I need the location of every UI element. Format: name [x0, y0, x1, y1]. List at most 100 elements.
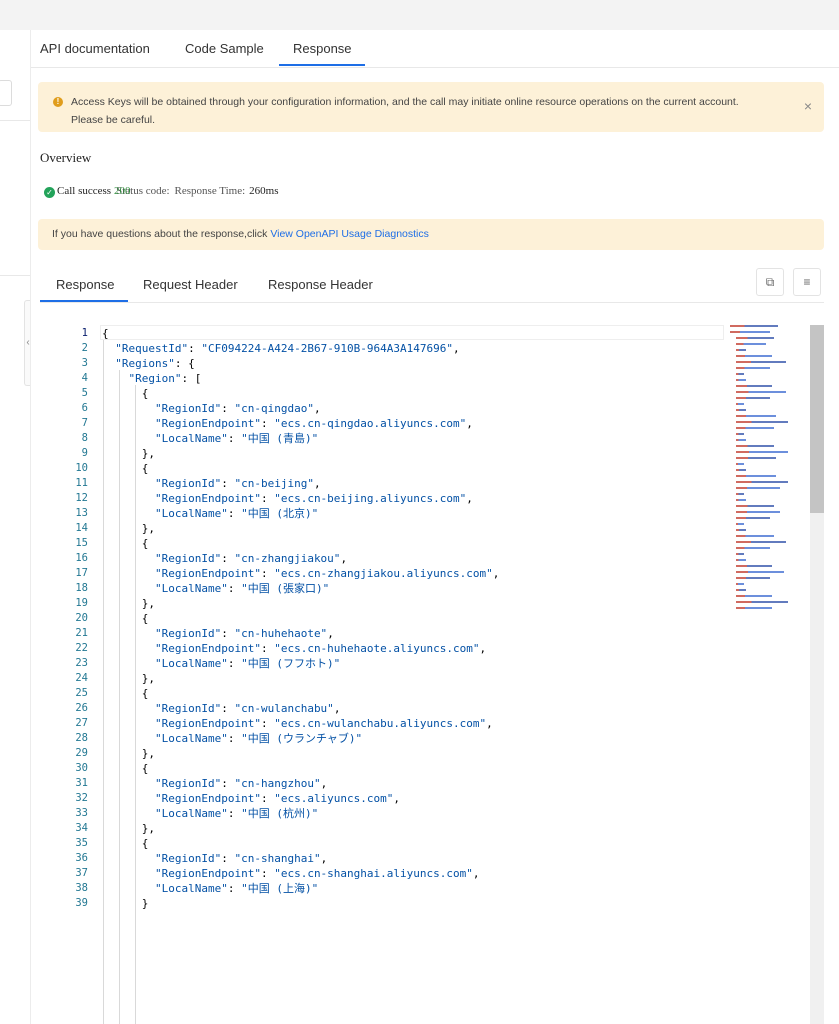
code-line: { — [102, 387, 149, 400]
code-line: "LocalName": "中国 (北京)" — [154, 507, 319, 520]
minimap-line — [736, 577, 770, 579]
line-number: 29 — [75, 747, 88, 759]
code-line: } — [102, 897, 149, 910]
code-line: }, — [102, 822, 155, 835]
line-number: 31 — [75, 777, 88, 789]
code-line: "LocalName": "中国 (杭州)" — [154, 807, 319, 820]
tab-response[interactable]: Response — [293, 41, 352, 56]
line-number: 8 — [81, 432, 88, 444]
usage-diagnostics-link[interactable]: View OpenAPI Usage Diagnostics — [270, 228, 429, 240]
minimap-line — [736, 433, 744, 435]
tab-code-sample[interactable]: Code Sample — [185, 41, 264, 56]
line-number: 23 — [75, 657, 88, 669]
code-line: { — [102, 837, 149, 850]
panel-divider — [30, 30, 31, 1024]
minimap-line — [736, 367, 770, 369]
line-number: 13 — [75, 507, 88, 519]
active-tab-indicator — [40, 300, 128, 302]
line-number: 26 — [75, 702, 88, 714]
line-number: 24 — [75, 672, 88, 684]
line-number: 19 — [75, 597, 88, 609]
code-line: "RegionEndpoint": "ecs.cn-wulanchabu.ali… — [154, 717, 493, 730]
code-line: { — [102, 687, 149, 700]
minimap-line — [736, 337, 774, 339]
minimap-line — [736, 379, 746, 381]
minimap-line — [736, 439, 746, 441]
warning-icon: ! — [53, 97, 63, 107]
response-time: 260ms — [249, 185, 279, 197]
code-line: { — [102, 612, 149, 625]
line-number: 1 — [81, 327, 88, 339]
code-line: { — [102, 762, 149, 775]
tab-response-header[interactable]: Response Header — [268, 277, 373, 292]
line-number: 5 — [81, 387, 88, 399]
code-line: "LocalName": "中国 (上海)" — [154, 882, 319, 895]
response-time-label: Response Time: — [174, 185, 246, 197]
code-line: "LocalName": "中国 (張家口)" — [154, 582, 330, 595]
minimap-line — [736, 565, 772, 567]
line-number: 17 — [75, 567, 88, 579]
code-line: "LocalName": "中国 (ウランチャブ)" — [154, 732, 363, 745]
minimap-line — [736, 511, 780, 513]
minimap-line — [736, 517, 770, 519]
minimap-line — [736, 469, 746, 471]
copy-icon[interactable]: ⧉ — [756, 268, 784, 296]
minimap-line — [736, 391, 786, 393]
line-number: 36 — [75, 852, 88, 864]
code-line: "RegionId": "cn-zhangjiakou", — [154, 552, 348, 565]
format-icon[interactable]: ≡ — [793, 268, 821, 296]
line-number: 33 — [75, 807, 88, 819]
line-number: 30 — [75, 762, 88, 774]
line-number: 15 — [75, 537, 88, 549]
line-number: 11 — [75, 477, 88, 489]
line-number: 25 — [75, 687, 88, 699]
left-panel: ‹ — [0, 30, 31, 1024]
tab-request-header[interactable]: Request Header — [143, 277, 238, 292]
minimap-line — [736, 595, 772, 597]
status-code: 200 — [114, 185, 131, 197]
code-line: }, — [102, 447, 155, 460]
code-line: "RegionEndpoint": "ecs.cn-shanghai.aliyu… — [154, 867, 480, 880]
code-line: { — [102, 537, 149, 550]
minimap-line — [730, 325, 778, 327]
code-line: "RegionEndpoint": "ecs.cn-huhehaote.aliy… — [154, 642, 487, 655]
code-line: "RegionEndpoint": "ecs.cn-beijing.aliyun… — [154, 492, 473, 505]
line-number: 21 — [75, 627, 88, 639]
main-tabs: API documentation Code Sample Response — [31, 30, 839, 68]
minimap-line — [736, 421, 788, 423]
tab-api-documentation[interactable]: API documentation — [40, 41, 150, 56]
tab-response-body[interactable]: Response — [56, 277, 115, 292]
minimap-line — [736, 529, 746, 531]
minimap-line — [736, 601, 788, 603]
editor-scrollbar[interactable] — [810, 325, 824, 1024]
scroll-thumb[interactable] — [810, 325, 824, 513]
code-line: "RequestId": "CF094224-A424-2B67-910B-96… — [115, 342, 460, 355]
code-line: "Regions": { — [115, 357, 195, 370]
code-line: "RegionEndpoint": "ecs.cn-zhangjiakou.al… — [154, 567, 500, 580]
line-number: 18 — [75, 582, 88, 594]
left-divider — [0, 275, 30, 276]
line-number: 7 — [81, 417, 88, 429]
minimap-line — [736, 487, 780, 489]
line-number: 10 — [75, 462, 88, 474]
code-line: }, — [102, 747, 155, 760]
minimap-line — [736, 571, 784, 573]
code-line: "LocalName": "中国 (青島)" — [154, 432, 319, 445]
overview-title: Overview — [40, 150, 92, 165]
minimap-line — [736, 583, 744, 585]
left-panel-input[interactable] — [0, 80, 12, 106]
close-icon[interactable]: × — [804, 98, 812, 114]
diagnostics-hint: If you have questions about the response… — [38, 219, 824, 250]
line-number: 35 — [75, 837, 88, 849]
minimap-line — [736, 559, 746, 561]
line-number: 9 — [81, 447, 88, 459]
code-line: { — [102, 462, 149, 475]
minimap-line — [736, 343, 766, 345]
line-number: 20 — [75, 612, 88, 624]
json-editor[interactable]: 1 2 3 4 5 6 7 8 9 10 11 12 13 14 15 16 17 18 19 20 21 22 23 24 2… — [40, 322, 824, 1024]
code-minimap[interactable] — [730, 325, 790, 625]
minimap-line — [736, 427, 774, 429]
active-tab-indicator — [279, 64, 365, 66]
minimap-line — [736, 361, 786, 363]
code-line: }, — [102, 672, 155, 685]
